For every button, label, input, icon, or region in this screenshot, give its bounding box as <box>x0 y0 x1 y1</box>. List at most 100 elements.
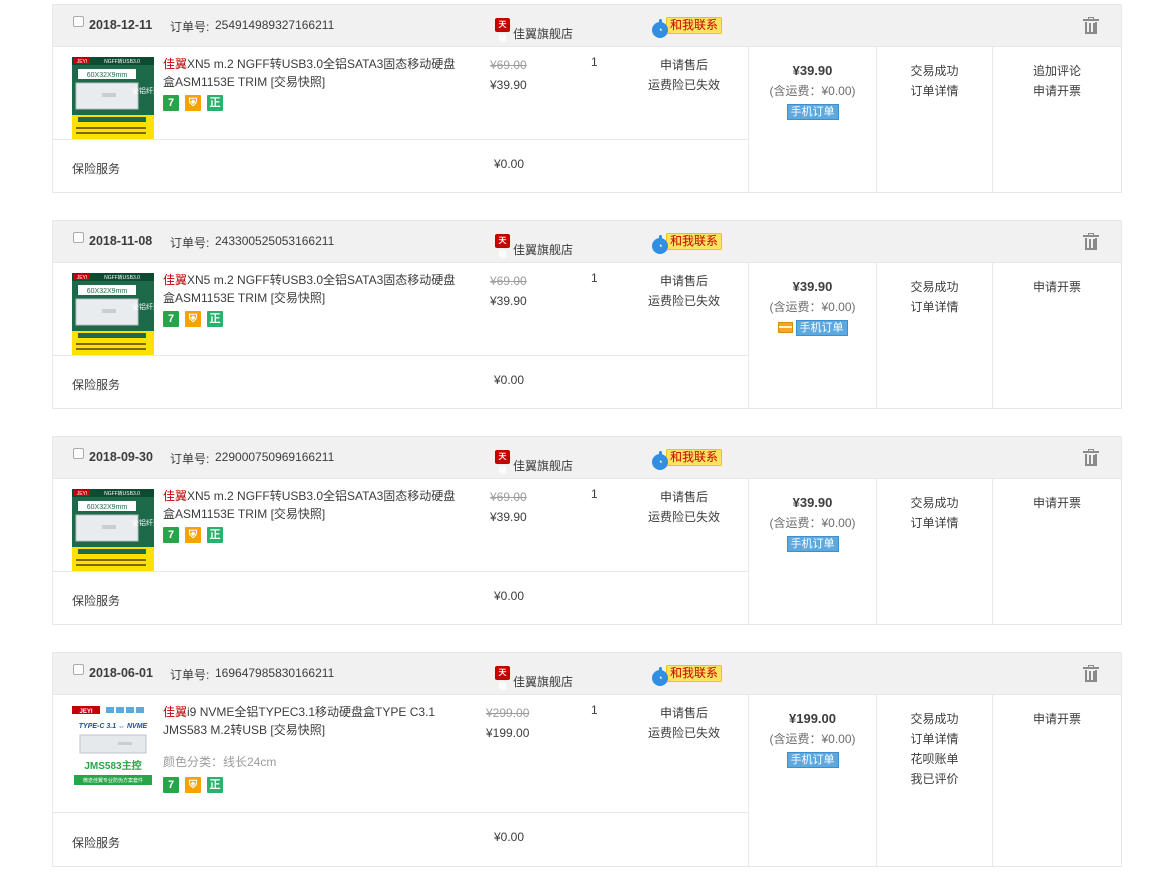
request-invoice-link[interactable]: 申请开票 <box>993 81 1121 101</box>
product-thumbnail[interactable]: JEYI NGFF转USB3.0 60X32X9mm 全铝纤薄 <box>72 489 154 571</box>
order-detail-link[interactable]: 订单详情 <box>877 729 992 749</box>
genuine-icon: 正 <box>207 527 223 543</box>
reviewed-link[interactable]: 我已评价 <box>877 769 992 789</box>
quantity: 1 <box>591 703 598 717</box>
insurance-row: 保险服务 ¥0.00 <box>53 572 749 624</box>
contact-seller-button[interactable]: ◔ 和我联系 <box>652 449 723 470</box>
order-card: 2018-06-01 订单号: 169647985830166211 天猫 佳翼旗… <box>52 652 1122 867</box>
product-title-link[interactable]: 佳翼XN5 m.2 NGFF转USB3.0全铝SATA3固态移动硬盘盒ASM11… <box>163 55 463 91</box>
wangwang-icon: ◔ <box>652 19 668 38</box>
order-no-label: 订单号: <box>170 452 210 466</box>
order-item-row: JEYI NGFF转USB3.0 60X32X9mm 全铝纤薄 佳翼XN5 m.… <box>53 263 749 356</box>
contact-seller-button[interactable]: ◔ 和我联系 <box>652 665 723 686</box>
order-detail-link[interactable]: 订单详情 <box>877 297 992 317</box>
total-amount: ¥39.90 <box>792 279 833 294</box>
svg-text:全铝纤薄: 全铝纤薄 <box>132 518 154 527</box>
order-detail-link[interactable]: 订单详情 <box>877 81 992 101</box>
contact-seller-button[interactable]: ◔ 和我联系 <box>652 233 723 254</box>
status-text: 交易成功 <box>910 496 959 510</box>
order-checkbox[interactable] <box>73 232 84 243</box>
request-invoice-link[interactable]: 申请开票 <box>993 277 1121 297</box>
insurance-price: ¥0.00 <box>494 373 525 387</box>
product-thumbnail[interactable]: JEYI NGFF转USB3.0 60X32X9mm 全铝纤薄 <box>72 273 154 355</box>
order-total: ¥39.90 (含运费：¥0.00) 手机订单 <box>749 263 877 408</box>
wangwang-icon: ◔ <box>652 235 668 254</box>
mobile-order-badge: 手机订单 <box>786 752 839 768</box>
after-sale-link[interactable]: 申请售后 <box>639 703 729 723</box>
genuine-icon: 正 <box>207 777 223 793</box>
insurance-price: ¥0.00 <box>494 589 525 603</box>
insurance-label: 保险服务 <box>72 378 121 392</box>
contact-seller-button[interactable]: ◔ 和我联系 <box>652 17 723 38</box>
product-title-link[interactable]: 佳翼XN5 m.2 NGFF转USB3.0全铝SATA3固态移动硬盘盒ASM11… <box>163 487 463 523</box>
shop-link[interactable]: 天猫 佳翼旗舰店 <box>495 234 573 259</box>
order-date: 2018-06-01 <box>89 666 153 680</box>
delete-order-icon[interactable] <box>1083 17 1099 35</box>
order-checkbox[interactable] <box>73 16 84 27</box>
seven-day-return-icon: 7 <box>163 777 179 793</box>
svg-text:NGFF转USB3.0: NGFF转USB3.0 <box>104 58 140 65</box>
order-no: 229000750969166211 <box>215 450 335 464</box>
after-sale-link[interactable]: 申请售后 <box>639 487 729 507</box>
svg-text:NGFF转USB3.0: NGFF转USB3.0 <box>104 274 140 281</box>
delete-order-icon[interactable] <box>1083 449 1099 467</box>
unit-price: ¥299.00 ¥199.00 <box>486 706 530 740</box>
add-review-link[interactable]: 追加评论 <box>993 61 1121 81</box>
order-status: 交易成功 订单详情 <box>877 479 993 624</box>
order-operations: 追加评论 申请开票 <box>993 47 1121 192</box>
ship-insurance-status: 运费险已失效 <box>647 294 720 308</box>
after-sale-link[interactable]: 申请售后 <box>639 271 729 291</box>
order-status: 交易成功 订单详情 花呗账单 我已评价 <box>877 695 993 866</box>
order-status: 交易成功 订单详情 <box>877 263 993 408</box>
order-card: 2018-09-30 订单号: 229000750969166211 天猫 佳翼旗… <box>52 436 1122 625</box>
genuine-icon: 正 <box>207 311 223 327</box>
delete-order-icon[interactable] <box>1083 233 1099 251</box>
after-sale-actions: 申请售后运费险已失效 <box>639 55 729 95</box>
svg-text:JMS583主控: JMS583主控 <box>84 759 141 772</box>
svg-text:JEYI: JEYI <box>77 275 88 281</box>
order-detail-link[interactable]: 订单详情 <box>877 513 992 533</box>
wangwang-icon: ◔ <box>652 451 668 470</box>
request-invoice-link[interactable]: 申请开票 <box>993 709 1121 729</box>
request-invoice-link[interactable]: 申请开票 <box>993 493 1121 513</box>
order-no: 169647985830166211 <box>215 666 335 680</box>
wangwang-icon: ◔ <box>652 667 668 686</box>
insurance-price: ¥0.00 <box>494 830 525 844</box>
svg-text:60X32X9mm: 60X32X9mm <box>87 504 128 511</box>
order-checkbox[interactable] <box>73 448 84 459</box>
shop-link[interactable]: 天猫 佳翼旗舰店 <box>495 666 573 691</box>
insurance-label: 保险服务 <box>72 594 121 608</box>
order-checkbox[interactable] <box>73 664 84 675</box>
seven-day-return-icon: 7 <box>163 311 179 327</box>
product-title-link[interactable]: 佳翼XN5 m.2 NGFF转USB3.0全铝SATA3固态移动硬盘盒ASM11… <box>163 271 463 307</box>
after-sale-link[interactable]: 申请售后 <box>639 55 729 75</box>
shipping-note: (含运费：¥0.00) <box>769 300 856 314</box>
svg-text:TYPE-C 3.1 ⇔ NVME: TYPE-C 3.1 ⇔ NVME <box>79 723 148 730</box>
shop-link[interactable]: 天猫 佳翼旗舰店 <box>495 450 573 475</box>
total-amount: ¥39.90 <box>792 495 833 510</box>
after-sale-actions: 申请售后运费险已失效 <box>639 703 729 743</box>
shop-link[interactable]: 天猫 佳翼旗舰店 <box>495 18 573 43</box>
order-item-row: JEYI NGFF转USB3.0 60X32X9mm 全铝纤薄 佳翼XN5 m.… <box>53 47 749 140</box>
ship-insurance-status: 运费险已失效 <box>647 510 720 524</box>
huabei-bill-link[interactable]: 花呗账单 <box>877 749 992 769</box>
product-thumbnail[interactable]: JEYI TYPE-C 3.1 ⇔ NVME JMS583主控 微迭佳翼专业防伪… <box>72 705 154 787</box>
guarantee-icon: ⛨ <box>185 311 201 327</box>
product-thumbnail[interactable]: JEYI NGFF转USB3.0 60X32X9mm 全铝纤薄 <box>72 57 154 139</box>
quantity: 1 <box>591 271 598 285</box>
svg-text:全铝纤薄: 全铝纤薄 <box>132 86 154 95</box>
order-total: ¥39.90 (含运费：¥0.00) 手机订单 <box>749 47 877 192</box>
ship-insurance-status: 运费险已失效 <box>647 78 720 92</box>
shipping-note: (含运费：¥0.00) <box>769 516 856 530</box>
order-date: 2018-11-08 <box>89 234 153 248</box>
ship-insurance-status: 运费险已失效 <box>647 726 720 740</box>
quantity: 1 <box>591 55 598 69</box>
insurance-row: 保险服务 ¥0.00 <box>53 813 749 866</box>
order-no: 254914989327166211 <box>215 18 335 32</box>
status-text: 交易成功 <box>910 712 959 726</box>
order-total: ¥39.90 (含运费：¥0.00) 手机订单 <box>749 479 877 624</box>
order-operations: 申请开票 <box>993 695 1121 866</box>
delete-order-icon[interactable] <box>1083 665 1099 683</box>
product-title-link[interactable]: 佳翼i9 NVME全铝TYPEC3.1移动硬盘盒TYPE C3.1 JMS583… <box>163 703 463 739</box>
guarantee-icon: ⛨ <box>185 95 201 111</box>
